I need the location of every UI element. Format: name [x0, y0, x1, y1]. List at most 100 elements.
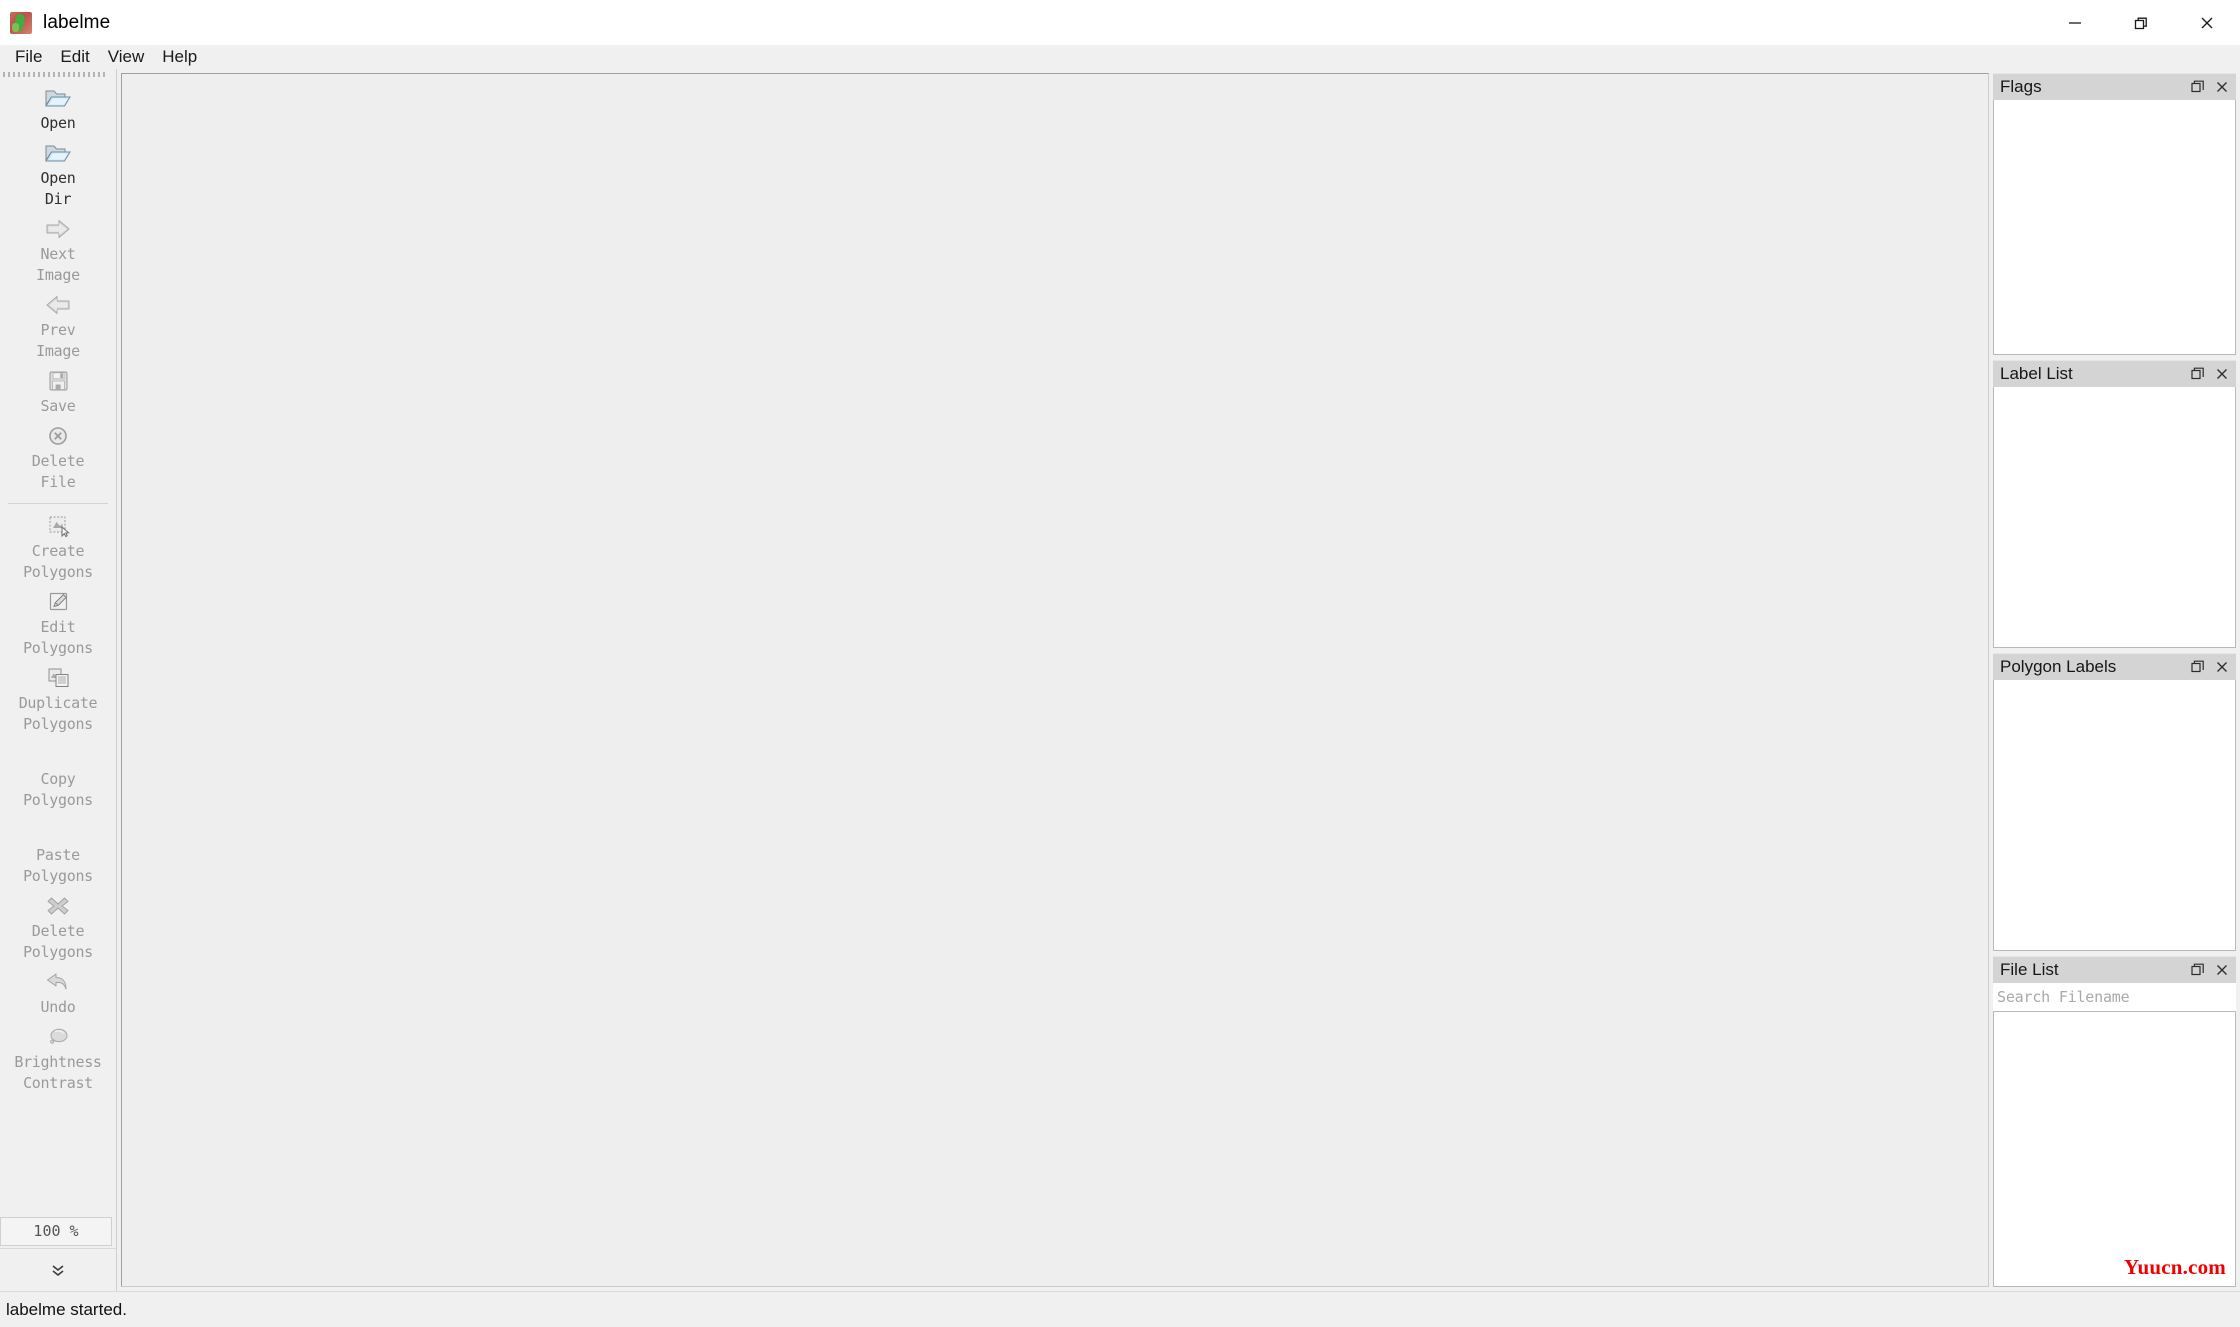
flags-list[interactable]	[1993, 100, 2236, 355]
toolbar-button-label: Next Image	[36, 245, 80, 284]
toolbar-button-copy-polygons[interactable]: Copy Polygons	[2, 738, 114, 814]
flags-panel: Flags	[1993, 73, 2236, 355]
menu-file[interactable]: File	[6, 45, 51, 69]
toolbar-button-label: Create Polygons	[23, 542, 93, 581]
toolbar-extend-button[interactable]	[0, 1248, 116, 1291]
toolbar-button-undo[interactable]: Undo	[2, 966, 114, 1021]
toolbar-button-duplicate-polygons[interactable]: Duplicate Polygons	[2, 662, 114, 738]
open-folder-icon	[45, 145, 71, 162]
copy-icon	[43, 740, 73, 768]
duplicate-icon	[43, 664, 73, 692]
open-folder-icon	[45, 90, 71, 107]
close-icon	[2217, 369, 2227, 379]
toolbar-button-save[interactable]: Save	[2, 365, 114, 420]
polygon-labels-panel: Polygon Labels	[1993, 653, 2236, 951]
float-icon	[2191, 367, 2204, 380]
toolbar-button-open-dir[interactable]: Open Dir	[2, 137, 114, 213]
app-logo-icon	[10, 11, 32, 34]
file-list-float-button[interactable]	[2186, 959, 2210, 981]
file-search-input[interactable]: Search Filename	[1993, 983, 2236, 1011]
toolbar-button-delete-polygons[interactable]: Delete Polygons	[2, 890, 114, 966]
toolbar-button-label: Copy Polygons	[23, 770, 93, 809]
delete-circle-x-icon	[49, 427, 67, 445]
toolbar-button-open[interactable]: Open	[2, 82, 114, 137]
toolbar-button-paste-polygons[interactable]: Paste Polygons	[2, 814, 114, 890]
chevron-double-down-icon	[52, 1265, 64, 1277]
menu-bar: File Edit View Help	[0, 45, 2240, 69]
toolbar-button-label: Undo	[40, 998, 76, 1016]
label-list-titlebar: Label List	[1993, 360, 2236, 387]
status-message: labelme started.	[6, 1299, 127, 1319]
floppy-save-icon	[43, 367, 73, 395]
file-list-title: File List	[2000, 960, 2059, 979]
duplicate-icon	[48, 668, 69, 687]
paste-icon	[43, 816, 73, 844]
open-folder-icon	[43, 84, 73, 112]
polygon-labels-close-button[interactable]	[2210, 656, 2234, 678]
close-icon	[2217, 965, 2227, 975]
toolbar-button-label: Open Dir	[40, 169, 76, 208]
delete-x-icon	[47, 897, 69, 915]
toolbar-items: Open Open Dir Next Image Prev Image Save Dele…	[0, 80, 116, 1217]
zoom-widget[interactable]: 100 %	[0, 1217, 112, 1246]
file-list-panel: File List Search Filename Yuucn.com	[1993, 956, 2236, 1287]
brightness-contrast-icon	[50, 1028, 68, 1044]
toolbar-separator	[8, 503, 108, 504]
float-icon	[2191, 963, 2204, 976]
create-polygon-icon	[43, 512, 73, 540]
window-title: labelme	[43, 11, 111, 33]
toolbar-drag-handle[interactable]	[0, 69, 116, 80]
open-folder-icon	[43, 139, 73, 167]
flags-float-button[interactable]	[2186, 76, 2210, 98]
menu-view[interactable]: View	[99, 45, 154, 69]
restore-button[interactable]	[2108, 0, 2174, 45]
polygon-labels-list[interactable]	[1993, 680, 2236, 951]
menu-help[interactable]: Help	[153, 45, 206, 69]
canvas-scroll-area[interactable]	[117, 69, 1993, 1291]
label-list-title: Label List	[2000, 364, 2073, 383]
right-dock: Flags Label List Polygon Labels File Lis…	[1993, 69, 2240, 1291]
arrow-right-icon	[43, 215, 73, 243]
toolbar-button-label: Delete Polygons	[23, 922, 93, 961]
status-bar: labelme started.	[0, 1291, 2240, 1327]
toolbar-button-label: Duplicate Polygons	[18, 694, 98, 733]
arrow-left-icon	[43, 291, 73, 319]
image-canvas[interactable]	[121, 73, 1989, 1287]
main-area: Open Open Dir Next Image Prev Image Save Dele…	[0, 69, 2240, 1291]
title-bar: labelme	[0, 0, 2240, 45]
arrow-right-icon	[46, 220, 70, 238]
label-list[interactable]	[1993, 387, 2236, 648]
toolbar-button-next-image[interactable]: Next Image	[2, 213, 114, 289]
tool-bar: Open Open Dir Next Image Prev Image Save Dele…	[0, 69, 117, 1291]
delete-circle-x-icon	[43, 422, 73, 450]
toolbar-button-label: Save	[40, 397, 76, 415]
close-button[interactable]	[2174, 0, 2240, 45]
polygon-labels-title: Polygon Labels	[2000, 657, 2117, 676]
toolbar-button-prev-image[interactable]: Prev Image	[2, 289, 114, 365]
flags-panel-titlebar: Flags	[1993, 73, 2236, 100]
minimize-button[interactable]	[2042, 0, 2108, 45]
toolbar-button-create-polygons[interactable]: Create Polygons	[2, 510, 114, 586]
toolbar-button-edit-polygons[interactable]: Edit Polygons	[2, 586, 114, 662]
polygon-labels-float-button[interactable]	[2186, 656, 2210, 678]
flags-close-button[interactable]	[2210, 76, 2234, 98]
label-list-close-button[interactable]	[2210, 363, 2234, 385]
menu-edit[interactable]: Edit	[51, 45, 98, 69]
toolbar-button-brightness-contrast[interactable]: Brightness Contrast	[2, 1021, 114, 1097]
undo-arrow-icon	[43, 968, 73, 996]
toolbar-button-label: Brightness Contrast	[14, 1053, 102, 1092]
float-icon	[2191, 80, 2204, 93]
floppy-save-icon	[49, 371, 68, 391]
toolbar-button-label: Open	[40, 114, 76, 132]
toolbar-button-delete-file[interactable]: Delete File	[2, 420, 114, 496]
file-list-close-button[interactable]	[2210, 959, 2234, 981]
close-icon	[2217, 82, 2227, 92]
create-polygon-icon	[49, 516, 70, 538]
toolbar-button-label: Paste Polygons	[23, 846, 93, 885]
flags-panel-title: Flags	[2000, 77, 2042, 96]
undo-arrow-icon	[47, 973, 67, 990]
window-controls	[2042, 0, 2240, 45]
file-list[interactable]: Yuucn.com	[1993, 1011, 2236, 1287]
label-list-float-button[interactable]	[2186, 363, 2210, 385]
copy-icon	[43, 741, 73, 767]
